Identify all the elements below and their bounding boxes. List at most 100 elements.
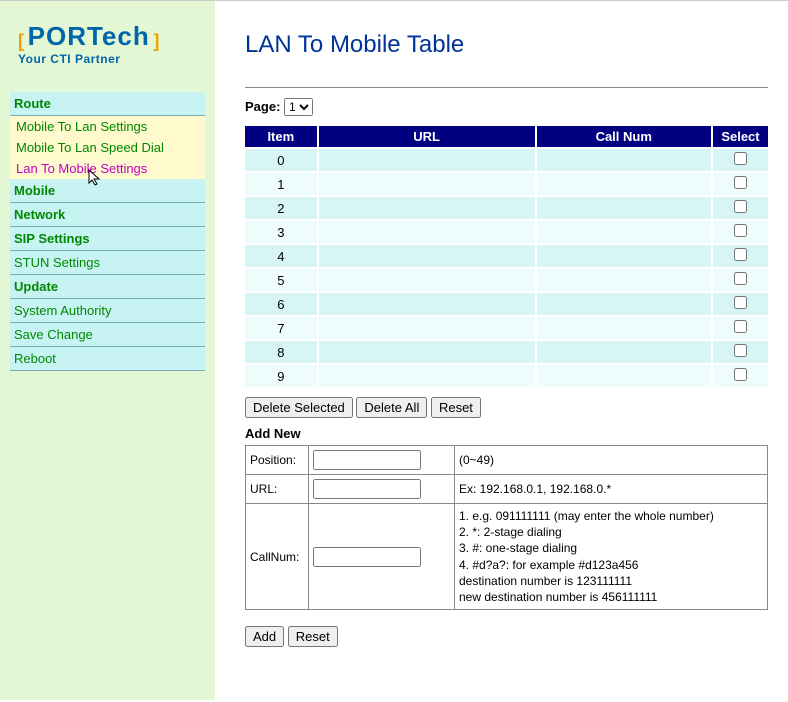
help-line: 4. #d?a?: for example #d123a456 (459, 557, 763, 573)
cell-callnum (536, 196, 712, 220)
pager-label: Page: (245, 99, 280, 114)
page-title: LAN To Mobile Table (245, 31, 768, 59)
cell-url (318, 268, 536, 292)
callnum-input[interactable] (313, 547, 421, 567)
logo: [ PORTech ] Your CTI Partner (10, 11, 205, 84)
cell-item: 2 (245, 196, 318, 220)
row-select-checkbox[interactable] (734, 320, 747, 333)
row-select-checkbox[interactable] (734, 200, 747, 213)
row-select-checkbox[interactable] (734, 248, 747, 261)
cell-item: 9 (245, 364, 318, 387)
nav-sub-lan-to-mobile-settings[interactable]: Lan To Mobile Settings (10, 158, 205, 179)
logo-bracket-icon: ] (153, 31, 159, 51)
row-select-checkbox[interactable] (734, 224, 747, 237)
cell-callnum (536, 364, 712, 387)
nav-mobile[interactable]: Mobile (10, 179, 205, 203)
reset-add-button[interactable]: Reset (288, 626, 338, 647)
help-line: 2. *: 2-stage dialing (459, 524, 763, 540)
divider (245, 87, 768, 88)
row-select-checkbox[interactable] (734, 368, 747, 381)
sidebar: [ PORTech ] Your CTI Partner Route Mobil… (0, 1, 215, 700)
url-label: URL: (246, 475, 308, 503)
main-content: LAN To Mobile Table Page: 1 Item URL Cal… (215, 1, 788, 700)
table-row: 5 (245, 268, 768, 292)
row-select-checkbox[interactable] (734, 344, 747, 357)
table-row: 8 (245, 340, 768, 364)
callnum-label: CallNum: (246, 504, 308, 609)
lan-to-mobile-table: Item URL Call Num Select 0123456789 (245, 126, 768, 387)
cell-item: 7 (245, 316, 318, 340)
logo-bracket-icon: [ (18, 31, 24, 51)
callnum-help: 1. e.g. 091111111 (may enter the whole n… (455, 504, 767, 609)
th-item: Item (245, 126, 318, 148)
cell-callnum (536, 316, 712, 340)
position-label: Position: (246, 446, 308, 474)
cell-item: 4 (245, 244, 318, 268)
row-select-checkbox[interactable] (734, 152, 747, 165)
cell-url (318, 172, 536, 196)
reset-button[interactable]: Reset (431, 397, 481, 418)
cell-callnum (536, 172, 712, 196)
pager-select[interactable]: 1 (284, 98, 313, 116)
th-url: URL (318, 126, 536, 148)
delete-selected-button[interactable]: Delete Selected (245, 397, 353, 418)
delete-all-button[interactable]: Delete All (356, 397, 427, 418)
cell-callnum (536, 292, 712, 316)
help-line: 3. #: one-stage dialing (459, 540, 763, 556)
nav-menu: Route Mobile To Lan Settings Mobile To L… (10, 92, 205, 371)
add-new-form: Position: (0~49) URL: Ex: 192.168.0.1, 1… (245, 445, 768, 610)
cell-url (318, 196, 536, 220)
cell-url (318, 316, 536, 340)
row-select-checkbox[interactable] (734, 272, 747, 285)
nav-sip-settings[interactable]: SIP Settings (10, 227, 205, 251)
nav-save-change[interactable]: Save Change (10, 323, 205, 347)
cell-item: 6 (245, 292, 318, 316)
nav-network[interactable]: Network (10, 203, 205, 227)
url-help: Ex: 192.168.0.1, 192.168.0.* (455, 475, 767, 503)
pager: Page: 1 (245, 98, 768, 116)
cell-callnum (536, 340, 712, 364)
table-row: 7 (245, 316, 768, 340)
table-row: 2 (245, 196, 768, 220)
nav-stun-settings[interactable]: STUN Settings (10, 251, 205, 275)
help-line: 1. e.g. 091111111 (may enter the whole n… (459, 508, 763, 524)
cell-url (318, 148, 536, 172)
position-help: (0~49) (455, 446, 767, 474)
cell-item: 8 (245, 340, 318, 364)
th-callnum: Call Num (536, 126, 712, 148)
row-select-checkbox[interactable] (734, 176, 747, 189)
table-row: 0 (245, 148, 768, 172)
nav-sub-mobile-to-lan-speed-dial[interactable]: Mobile To Lan Speed Dial (10, 137, 205, 158)
nav-reboot[interactable]: Reboot (10, 347, 205, 371)
nav-system-authority[interactable]: System Authority (10, 299, 205, 323)
cell-item: 0 (245, 148, 318, 172)
cell-url (318, 244, 536, 268)
table-row: 9 (245, 364, 768, 387)
cell-url (318, 220, 536, 244)
logo-tagline: Your CTI Partner (18, 52, 159, 66)
nav-update[interactable]: Update (10, 275, 205, 299)
help-line: destination number is 123111111 (459, 573, 763, 589)
cell-callnum (536, 268, 712, 292)
cell-callnum (536, 148, 712, 172)
nav-sub-mobile-to-lan-settings[interactable]: Mobile To Lan Settings (10, 116, 205, 137)
cell-url (318, 292, 536, 316)
table-row: 4 (245, 244, 768, 268)
url-input[interactable] (313, 479, 421, 499)
cell-url (318, 364, 536, 387)
row-select-checkbox[interactable] (734, 296, 747, 309)
th-select: Select (712, 126, 768, 148)
cell-item: 1 (245, 172, 318, 196)
table-row: 3 (245, 220, 768, 244)
add-new-heading: Add New (245, 426, 768, 441)
logo-text: PORTech (28, 21, 150, 51)
cell-callnum (536, 244, 712, 268)
table-row: 1 (245, 172, 768, 196)
cell-item: 5 (245, 268, 318, 292)
help-line: new destination number is 456111111 (459, 589, 763, 605)
cell-url (318, 340, 536, 364)
position-input[interactable] (313, 450, 421, 470)
cell-item: 3 (245, 220, 318, 244)
add-button[interactable]: Add (245, 626, 284, 647)
nav-route[interactable]: Route (10, 92, 205, 116)
